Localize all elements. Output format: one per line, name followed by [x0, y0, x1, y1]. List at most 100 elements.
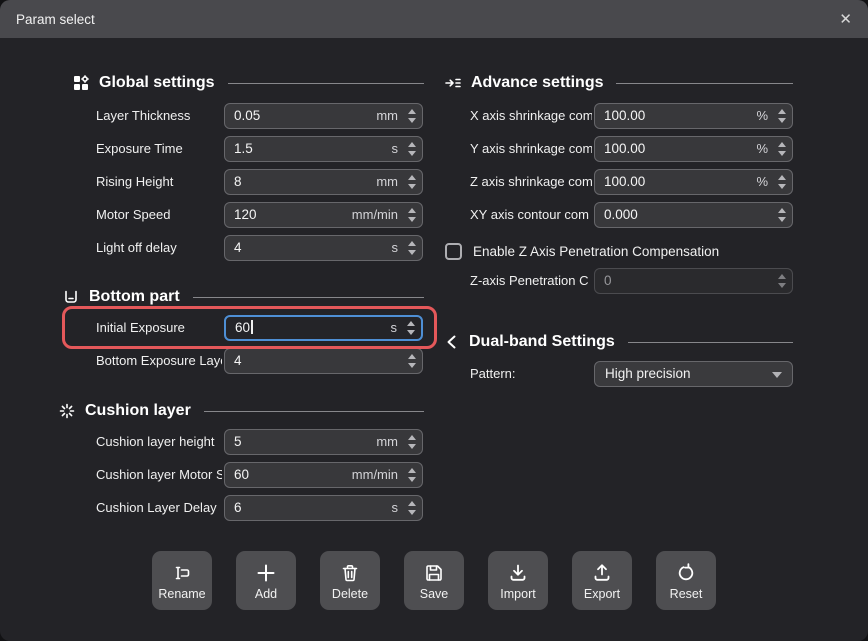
x-axis-shrinkage-input[interactable]: 100.00 % [594, 103, 793, 129]
field-label: Y axis shrinkage com [470, 136, 592, 162]
field-unit: mm [376, 430, 398, 454]
section-title: Advance settings [471, 74, 603, 92]
param-row: Cushion Layer Delay 6 s [0, 495, 868, 521]
button-label: Reset [670, 587, 703, 601]
delete-button[interactable]: Delete [320, 551, 380, 610]
titlebar[interactable]: Param select ✕ [0, 0, 868, 38]
param-select-dialog: Param select ✕ Global settings Layer Thi… [0, 0, 868, 641]
button-label: Add [255, 587, 277, 601]
field-label: Light off delay [96, 235, 222, 261]
section-header-global-settings: Global settings [72, 72, 424, 94]
field-value: 6 [234, 496, 242, 520]
text-caret [251, 320, 253, 334]
section-header-advance-settings: Advance settings [444, 72, 793, 94]
spinner-arrows[interactable] [405, 236, 418, 260]
button-label: Delete [332, 587, 368, 601]
spinner-arrows[interactable] [775, 203, 788, 227]
export-icon [591, 562, 613, 584]
dialog-title: Param select [16, 12, 95, 27]
reset-icon [675, 562, 697, 584]
field-label: Cushion layer Motor S [96, 462, 222, 488]
cushion-layer-delay-input[interactable]: 6 s [224, 495, 423, 521]
param-row: Cushion layer height 5 mm [0, 429, 868, 455]
field-value: 60 [234, 463, 249, 487]
spinner-arrows[interactable] [775, 170, 788, 194]
field-value: 0.000 [604, 203, 638, 227]
divider [204, 411, 424, 412]
screen: Param select ✕ Global settings Layer Thi… [0, 0, 868, 641]
enable-z-penetration-checkbox[interactable] [445, 243, 462, 260]
light-off-delay-input[interactable]: 4 s [224, 235, 423, 261]
action-button-row: Rename Add Delete Save [0, 551, 868, 610]
grid-gear-icon [72, 74, 90, 92]
field-value: 5 [234, 430, 242, 454]
field-unit: % [756, 170, 768, 194]
save-button[interactable]: Save [404, 551, 464, 610]
spinner-arrows[interactable] [404, 317, 417, 339]
field-value: 4 [234, 236, 242, 260]
param-row: Z-axis Penetration C 0 [0, 268, 868, 294]
spinner-arrows[interactable] [775, 137, 788, 161]
pattern-selected-value: High precision [605, 362, 691, 386]
save-icon [423, 562, 445, 584]
reset-button[interactable]: Reset [656, 551, 716, 610]
rename-button[interactable]: Rename [152, 551, 212, 610]
field-value: 100.00 [604, 104, 645, 128]
pattern-label: Pattern: [470, 361, 592, 387]
y-axis-shrinkage-input[interactable]: 100.00 % [594, 136, 793, 162]
section-header-dual-band: Dual-band Settings [444, 331, 793, 353]
field-label: Z-axis Penetration C [470, 268, 592, 294]
section-title: Dual-band Settings [469, 333, 615, 351]
checkbox-label: Enable Z Axis Penetration Compensation [473, 244, 719, 259]
field-value: 100.00 [604, 137, 645, 161]
field-label: XY axis contour com [470, 202, 592, 228]
divider [616, 83, 793, 84]
delete-icon [339, 562, 361, 584]
spinner-arrows[interactable] [775, 104, 788, 128]
cushion-layer-height-input[interactable]: 5 mm [224, 429, 423, 455]
param-row: X axis shrinkage comp 100.00 % [0, 103, 868, 129]
section-title: Global settings [99, 74, 215, 92]
divider [628, 342, 793, 343]
field-unit: % [756, 104, 768, 128]
param-row: Y axis shrinkage com 100.00 % [0, 136, 868, 162]
spinner-arrows [775, 269, 788, 293]
field-label: Cushion layer height [96, 429, 222, 455]
field-value: 100.00 [604, 170, 645, 194]
export-button[interactable]: Export [572, 551, 632, 610]
field-unit: s [392, 496, 399, 520]
xy-axis-contour-input[interactable]: 0.000 [594, 202, 793, 228]
field-unit: % [756, 137, 768, 161]
arrow-into-lines-icon [444, 74, 462, 92]
field-unit: s [392, 236, 399, 260]
z-axis-penetration-input: 0 [594, 268, 793, 294]
chevron-left-icon [444, 333, 460, 351]
cushion-spinner-icon [58, 402, 76, 420]
param-row: Cushion layer Motor S 60 mm/min [0, 462, 868, 488]
pattern-dropdown[interactable]: High precision [594, 361, 793, 387]
import-icon [507, 562, 529, 584]
param-row: Z axis shrinkage com 100.00 % [0, 169, 868, 195]
cushion-layer-motor-speed-input[interactable]: 60 mm/min [224, 462, 423, 488]
import-button[interactable]: Import [488, 551, 548, 610]
button-label: Import [500, 587, 535, 601]
field-unit: mm/min [352, 463, 398, 487]
divider [228, 83, 424, 84]
add-button[interactable]: Add [236, 551, 296, 610]
field-label: Cushion Layer Delay [96, 495, 222, 521]
param-row: XY axis contour com 0.000 [0, 202, 868, 228]
field-value: 60 [235, 317, 253, 339]
initial-exposure-input[interactable]: 60 s [224, 315, 423, 341]
close-icon[interactable]: ✕ [839, 12, 852, 27]
field-label: Z axis shrinkage com [470, 169, 592, 195]
spinner-arrows[interactable] [405, 430, 418, 454]
z-axis-shrinkage-input[interactable]: 100.00 % [594, 169, 793, 195]
enable-z-penetration-row: Enable Z Axis Penetration Compensation [445, 243, 719, 260]
field-label: X axis shrinkage comp [470, 103, 592, 129]
add-icon [255, 562, 277, 584]
button-label: Rename [158, 587, 205, 601]
spinner-arrows[interactable] [405, 463, 418, 487]
divider [193, 297, 424, 298]
button-label: Export [584, 587, 620, 601]
spinner-arrows[interactable] [405, 496, 418, 520]
